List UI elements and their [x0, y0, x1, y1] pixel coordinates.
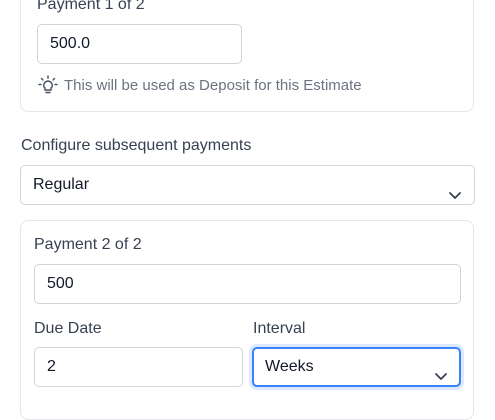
chevron-down-icon	[448, 179, 462, 217]
due-date-label: Due Date	[34, 320, 102, 337]
payment-1-title: Payment 1 of 2	[37, 0, 145, 13]
deposit-hint: This will be used as Deposit for this Es…	[38, 74, 362, 96]
due-date-input[interactable]: 2	[34, 347, 243, 387]
interval-select[interactable]: Weeks	[252, 347, 461, 387]
subsequent-payments-value: Regular	[33, 176, 90, 193]
lightbulb-icon	[38, 75, 58, 95]
interval-label: Interval	[253, 320, 306, 337]
payment-1-amount-input[interactable]: 500.0	[37, 24, 242, 64]
chevron-down-icon	[434, 361, 448, 397]
interval-value: Weeks	[265, 358, 314, 375]
payment-2-amount-input[interactable]: 500	[34, 264, 461, 304]
payment-2-title: Payment 2 of 2	[34, 236, 142, 253]
subsequent-payments-select[interactable]: Regular	[20, 165, 475, 205]
deposit-hint-text: This will be used as Deposit for this Es…	[64, 76, 362, 94]
subsequent-payments-label: Configure subsequent payments	[21, 137, 252, 154]
